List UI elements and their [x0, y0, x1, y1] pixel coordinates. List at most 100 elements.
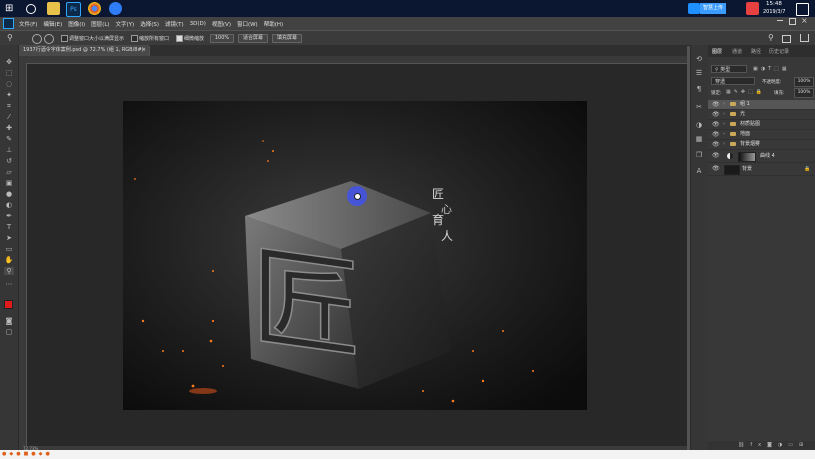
layer-filter-select[interactable]: ⚲ 类型 [711, 65, 747, 73]
layers-panel-footer-icons[interactable]: ⛓fx◙◑▭⊞🗑 [708, 441, 815, 457]
menu-help[interactable]: 帮助(H) [264, 20, 283, 28]
file-explorer-icon[interactable] [47, 2, 60, 15]
photoshop-icon[interactable]: Ps [66, 2, 81, 17]
lasso-tool-icon[interactable]: ◌ [4, 80, 14, 88]
quick-mask-icon[interactable]: ◙ [4, 317, 14, 325]
layer-row-ground[interactable]: 👁 › 地面 [708, 130, 815, 140]
expand-arrow-icon[interactable]: › [723, 120, 725, 129]
app-icon[interactable] [109, 2, 122, 15]
shape-tool-icon[interactable]: ▭ [4, 245, 14, 253]
minimize-icon[interactable] [777, 20, 783, 21]
paragraph-icon[interactable]: ¶ [694, 85, 704, 93]
tab-channels[interactable]: 通道 [732, 48, 742, 55]
tab-history[interactable]: 历史记录 [769, 48, 789, 55]
menu-filter[interactable]: 滤镜(T) [165, 20, 184, 28]
swatches-icon[interactable]: ▦ [694, 135, 704, 143]
menu-window[interactable]: 窗口(W) [237, 20, 258, 28]
crop-tool-icon[interactable]: ⌗ [4, 102, 14, 110]
layer-row-texture[interactable]: 👁 › 材质贴图 [708, 120, 815, 130]
expand-arrow-icon[interactable]: › [723, 110, 725, 119]
zoom-all-checkbox[interactable] [131, 35, 138, 42]
zoom-tool-icon[interactable]: ⚲ [7, 33, 13, 42]
layer-row-group-1[interactable]: 👁 › 组 1 [708, 100, 815, 110]
notification-icon[interactable] [796, 3, 809, 16]
menu-file[interactable]: 文件(F) [19, 20, 37, 28]
upload-button[interactable]: 智慧上传 [700, 3, 727, 14]
share-icon[interactable] [800, 34, 809, 42]
path-selection-tool-icon[interactable]: ➤ [4, 234, 14, 242]
screen-mode-icon[interactable]: ▢ [4, 328, 14, 336]
tools-preset-icon[interactable]: ✂ [694, 103, 704, 111]
marquee-tool-icon[interactable]: ⬚ [4, 69, 14, 77]
upload-icon[interactable] [688, 3, 700, 14]
document-canvas[interactable]: 匠 匠 心 育 人 [123, 101, 587, 410]
healing-brush-tool-icon[interactable]: ✚ [4, 124, 14, 132]
dodge-tool-icon[interactable]: ◐ [4, 201, 14, 209]
visibility-eye-icon[interactable]: 👁 [712, 120, 720, 129]
close-tab-icon[interactable]: × [142, 45, 146, 56]
search-icon[interactable] [26, 4, 36, 14]
expand-arrow-icon[interactable]: › [723, 140, 725, 149]
maximize-icon[interactable] [789, 18, 796, 25]
visibility-eye-icon[interactable]: 👁 [712, 150, 720, 162]
document-tab[interactable]: 1937行酒令字体案例.psd @ 72.7% (组 1, RGB/8#) × [19, 45, 149, 56]
opacity-input[interactable]: 100% [794, 77, 814, 87]
brush-tool-icon[interactable]: ✎ [4, 135, 14, 143]
fill-input[interactable]: 100% [794, 88, 814, 98]
character-icon[interactable]: A [694, 167, 704, 175]
foreground-color-swatch[interactable] [4, 300, 13, 309]
layer-row-background[interactable]: 👁 背景 🔒 [708, 163, 815, 176]
magic-wand-tool-icon[interactable]: ✦ [4, 91, 14, 99]
layer-mask-thumbnail[interactable] [738, 152, 756, 162]
history-brush-tool-icon[interactable]: ↺ [4, 157, 14, 165]
layer-row-curves[interactable]: 👁 曲线 4 [708, 150, 815, 163]
zoom-tool-icon[interactable]: ⚲ [4, 267, 14, 275]
layer-row-light[interactable]: 👁 › 光 [708, 110, 815, 120]
type-tool-icon[interactable]: T [4, 223, 14, 231]
zoom-100-button[interactable]: 100% [210, 34, 234, 43]
visibility-eye-icon[interactable]: 👁 [712, 140, 720, 149]
zoom-in-icon[interactable] [32, 34, 42, 44]
fill-screen-button[interactable]: 填充屏幕 [272, 34, 302, 43]
chrome-icon[interactable] [88, 2, 101, 15]
blend-mode-select[interactable]: 穿透 [711, 77, 755, 85]
fit-screen-button[interactable]: 适合屏幕 [238, 34, 268, 43]
close-window-icon[interactable]: × [801, 16, 808, 25]
menu-layer[interactable]: 图层(L) [91, 20, 109, 28]
expand-arrow-icon[interactable]: › [723, 100, 725, 109]
gradient-tool-icon[interactable]: ▣ [4, 179, 14, 187]
expand-arrow-icon[interactable]: › [723, 130, 725, 139]
tray-app-icon[interactable] [746, 2, 759, 15]
layer-row-smoke[interactable]: 👁 › 背景烟雾 [708, 140, 815, 150]
libraries-icon[interactable]: ❐ [694, 151, 704, 159]
eraser-tool-icon[interactable]: ▱ [4, 168, 14, 176]
workspace-icon[interactable] [782, 35, 791, 43]
windows-start-icon[interactable]: ⊞ [5, 2, 18, 15]
visibility-eye-icon[interactable]: 👁 [712, 163, 720, 175]
menu-select[interactable]: 选择(S) [140, 20, 159, 28]
search-icon[interactable]: ⚲ [768, 33, 774, 42]
adjustments-icon[interactable]: ◑ [694, 121, 704, 129]
scrubby-zoom-checkbox[interactable] [176, 35, 183, 42]
menu-type[interactable]: 文字(Y) [116, 20, 135, 28]
clone-stamp-tool-icon[interactable]: ⊥ [4, 146, 14, 154]
lock-icons[interactable]: ▦✎✥⬚🔒 [726, 89, 765, 95]
bottom-app-icons[interactable]: ●◆●■●◆● [2, 451, 82, 458]
eyedropper-tool-icon[interactable]: ⁄ [4, 113, 14, 121]
menu-view[interactable]: 视图(V) [212, 20, 231, 28]
tab-paths[interactable]: 路径 [751, 48, 761, 55]
tab-layers[interactable]: 图层 [712, 48, 722, 55]
menu-image[interactable]: 图像(I) [68, 20, 85, 28]
blur-tool-icon[interactable]: ● [4, 190, 14, 198]
layer-filter-icons[interactable]: ▣◑T⬚▦ [753, 65, 811, 73]
visibility-eye-icon[interactable]: 👁 [712, 100, 720, 109]
history-icon[interactable]: ⟲ [694, 55, 704, 63]
menu-edit[interactable]: 编辑(E) [43, 20, 62, 28]
menu-3d[interactable]: 3D(D) [190, 21, 206, 27]
zoom-out-icon[interactable] [44, 34, 54, 44]
visibility-eye-icon[interactable]: 👁 [712, 110, 720, 119]
more-tools-icon[interactable]: ⋯ [4, 280, 14, 288]
move-tool-icon[interactable]: ✥ [4, 58, 14, 66]
resize-windows-checkbox[interactable] [61, 35, 68, 42]
hand-tool-icon[interactable]: ✋ [4, 256, 14, 264]
